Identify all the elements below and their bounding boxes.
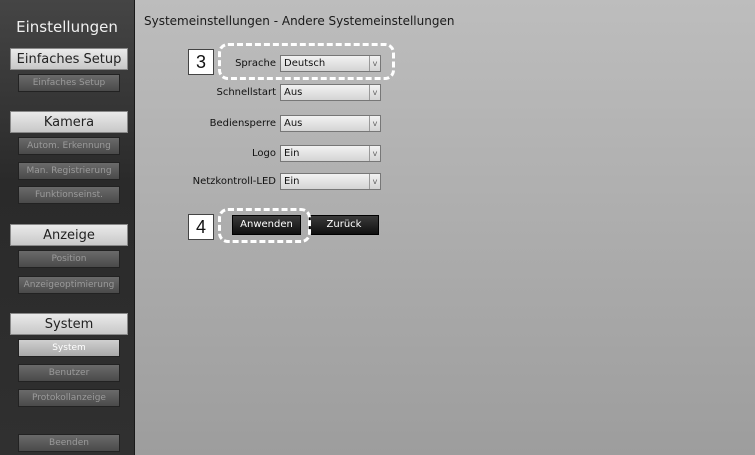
logo-select[interactable]: Ein v [280, 145, 381, 162]
exit-button[interactable]: Beenden [18, 434, 120, 452]
sidebar-item-benutzer[interactable]: Benutzer [18, 364, 120, 382]
sidebar-section-system: System [10, 313, 128, 335]
network-led-label: Netzkontroll-LED [192, 176, 276, 187]
quickstart-select[interactable]: Aus v [280, 84, 381, 101]
sidebar-item-protokollanzeige[interactable]: Protokollanzeige [18, 389, 120, 407]
step-4-marker: 4 [188, 214, 214, 240]
sidebar-section-kamera: Kamera [10, 111, 128, 133]
sidebar-item-anzeigeoptimierung[interactable]: Anzeigeoptimierung [18, 276, 120, 294]
sidebar-item-autom-erkennung[interactable]: Autom. Erkennung [18, 137, 120, 155]
sidebar-section-einfaches-setup: Einfaches Setup [10, 48, 128, 70]
sidebar-section-anzeige: Anzeige [10, 224, 128, 246]
page-title: Systemeinstellungen - Andere Systemeinst… [144, 14, 455, 28]
main-panel: Systemeinstellungen - Andere Systemeinst… [135, 0, 755, 455]
quickstart-label: Schnellstart [216, 87, 276, 98]
chevron-down-icon: v [369, 116, 380, 131]
sidebar-item-man-registrierung[interactable]: Man. Registrierung [18, 162, 120, 180]
sidebar-item-system[interactable]: System [18, 339, 120, 357]
logo-value: Ein [284, 148, 300, 159]
operation-lock-value: Aus [284, 118, 303, 129]
callout-frame-step4 [218, 208, 311, 243]
operation-lock-label: Bediensperre [209, 118, 276, 129]
chevron-down-icon: v [369, 174, 380, 189]
sidebar: Einstellungen Einfaches Setup Einfaches … [0, 0, 135, 455]
sidebar-item-position[interactable]: Position [18, 250, 120, 268]
logo-label: Logo [252, 148, 276, 159]
chevron-down-icon: v [369, 85, 380, 100]
step-3-marker: 3 [188, 49, 214, 75]
network-led-value: Ein [284, 176, 300, 187]
sidebar-item-funktionseinst[interactable]: Funktionseinst. [18, 186, 120, 204]
callout-frame-step3 [218, 43, 395, 80]
chevron-down-icon: v [369, 146, 380, 161]
sidebar-item-einfaches-setup[interactable]: Einfaches Setup [18, 74, 120, 92]
network-led-select[interactable]: Ein v [280, 173, 381, 190]
back-button[interactable]: Zurück [309, 215, 379, 235]
sidebar-title: Einstellungen [16, 18, 118, 36]
operation-lock-select[interactable]: Aus v [280, 115, 381, 132]
quickstart-value: Aus [284, 87, 303, 98]
